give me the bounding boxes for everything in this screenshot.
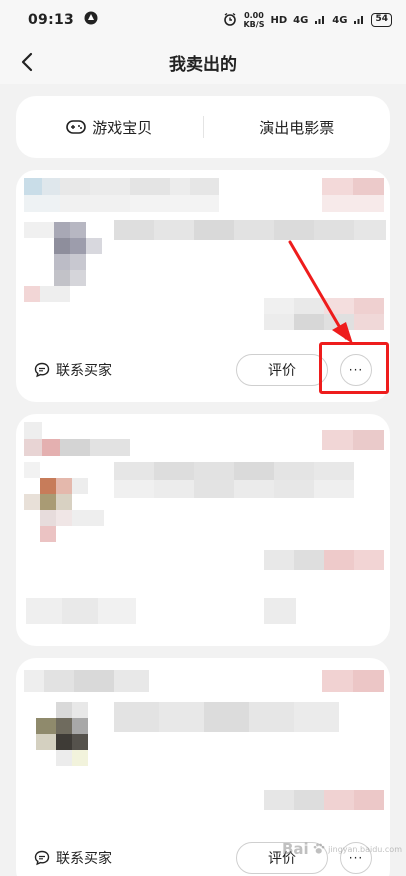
annotation-arrow-icon [288,240,353,344]
baidu-watermark-logo: Bai jingyan.baidu.com [282,826,402,872]
annotation-highlight-box [319,342,389,394]
watermark-text: Bai [282,840,309,858]
paw-icon [313,843,325,854]
watermark-subtext: jingyan.baidu.com [328,844,402,854]
